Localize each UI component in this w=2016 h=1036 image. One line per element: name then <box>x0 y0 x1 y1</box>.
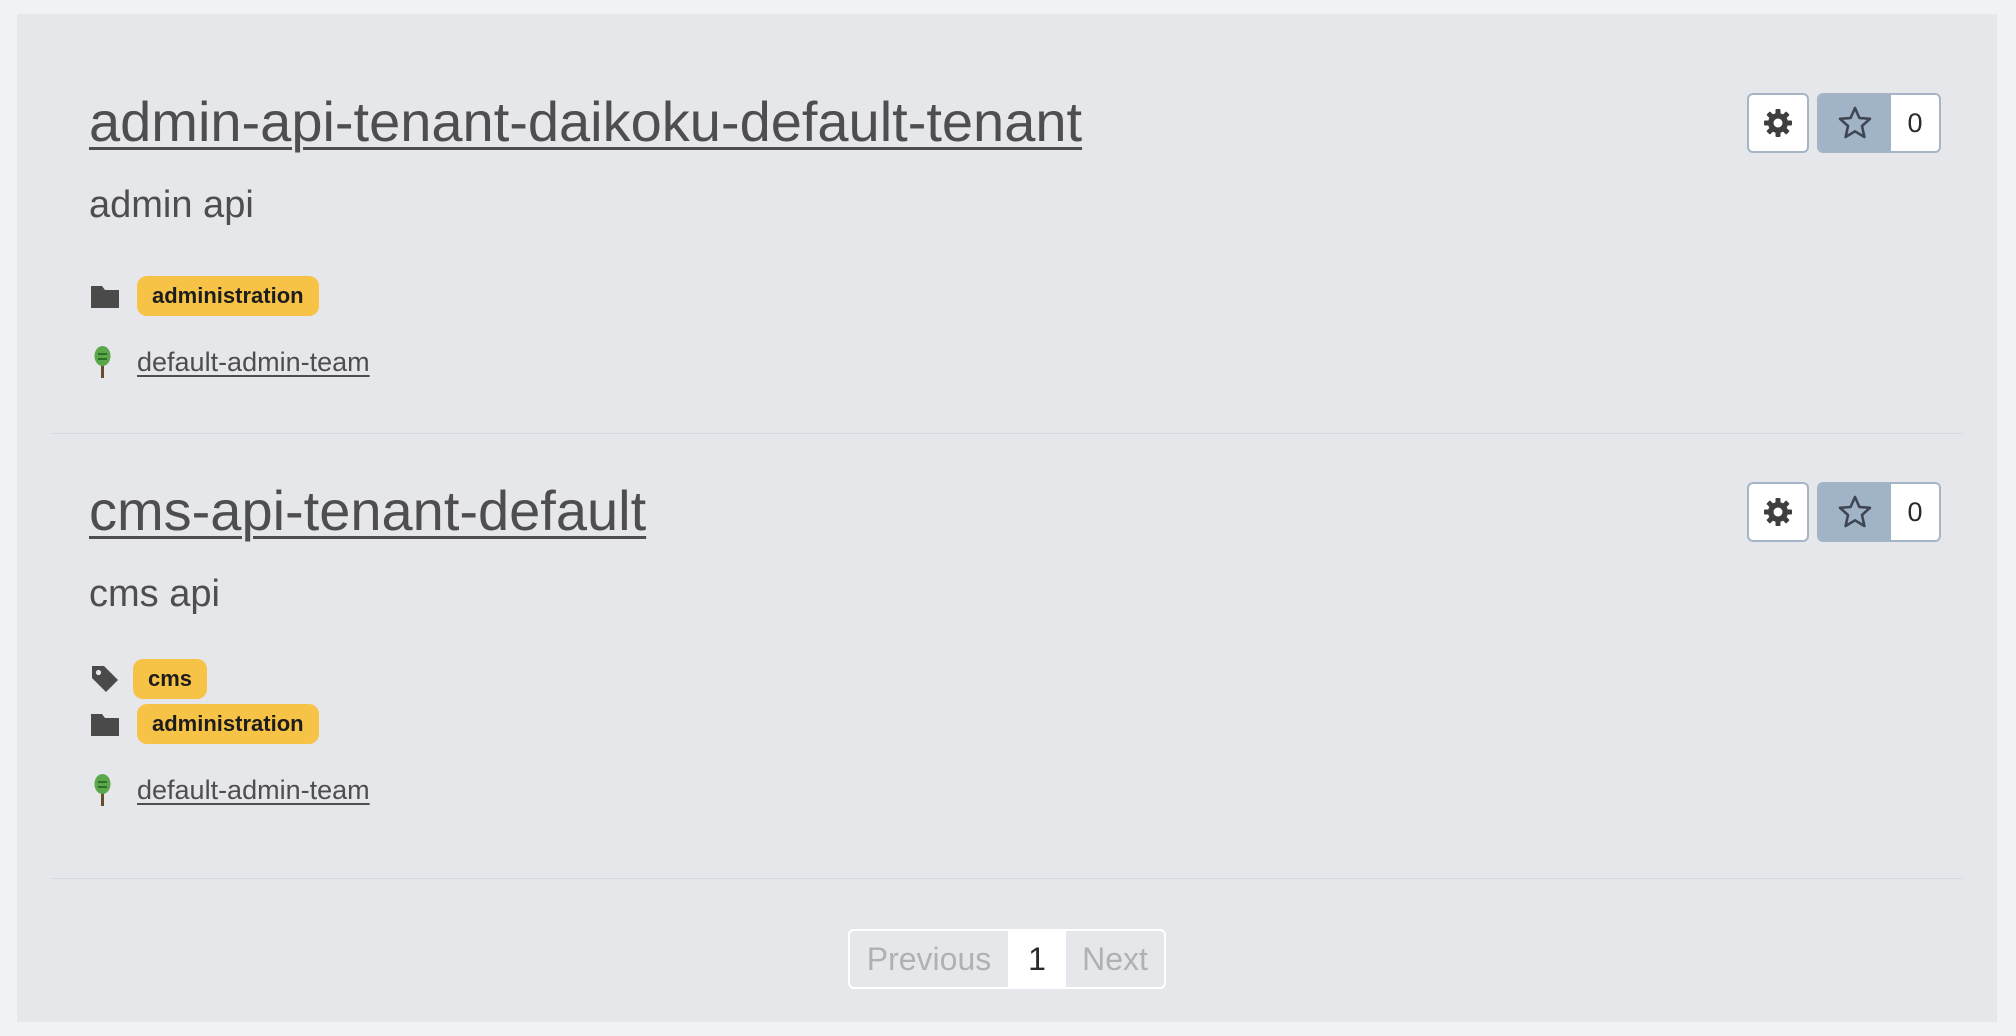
api-list-panel: admin-api-tenant-daikoku-default-tenant … <box>17 14 1997 1022</box>
api-card: admin-api-tenant-daikoku-default-tenant … <box>51 14 1963 434</box>
api-description: cms api <box>89 573 220 615</box>
api-title-link[interactable]: cms-api-tenant-default <box>89 479 646 543</box>
current-page-button[interactable]: 1 <box>1008 931 1066 987</box>
categories-row: administration <box>89 704 319 744</box>
gear-icon <box>1764 109 1792 137</box>
team-avatar-icon <box>89 772 117 808</box>
api-title-link[interactable]: admin-api-tenant-daikoku-default-tenant <box>89 90 1082 154</box>
star-button[interactable] <box>1819 484 1891 540</box>
api-card: cms-api-tenant-default cms api cms admin… <box>51 434 1963 879</box>
star-icon <box>1838 495 1872 528</box>
pagination: Previous 1 Next <box>848 929 1166 989</box>
team-row: default-admin-team <box>89 770 370 810</box>
settings-button[interactable] <box>1747 93 1809 153</box>
team-avatar-icon <box>89 344 117 380</box>
settings-button[interactable] <box>1747 482 1809 542</box>
next-page-button[interactable]: Next <box>1066 931 1164 987</box>
team-link[interactable]: default-admin-team <box>137 775 370 806</box>
star-button[interactable] <box>1819 95 1891 151</box>
api-actions: 0 <box>1747 93 1941 153</box>
api-description: admin api <box>89 184 254 226</box>
folder-icon <box>89 280 121 312</box>
category-badge[interactable]: administration <box>137 704 319 744</box>
star-group: 0 <box>1817 482 1941 542</box>
api-actions: 0 <box>1747 482 1941 542</box>
team-row: default-admin-team <box>89 342 370 382</box>
gear-icon <box>1764 498 1792 526</box>
team-link[interactable]: default-admin-team <box>137 347 370 378</box>
star-group: 0 <box>1817 93 1941 153</box>
previous-page-button[interactable]: Previous <box>850 931 1008 987</box>
star-count: 0 <box>1891 95 1939 151</box>
star-icon <box>1838 106 1872 139</box>
category-badge[interactable]: administration <box>137 276 319 316</box>
folder-icon <box>89 708 121 740</box>
tag-badge[interactable]: cms <box>133 659 208 699</box>
tags-row: cms <box>89 659 208 699</box>
tag-icon <box>89 663 121 695</box>
categories-row: administration <box>89 276 319 316</box>
star-count: 0 <box>1891 484 1939 540</box>
